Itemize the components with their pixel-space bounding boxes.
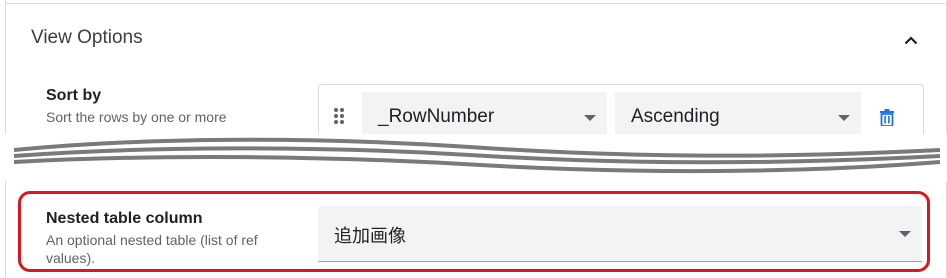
- section-title: View Options: [31, 27, 143, 48]
- collapse-button[interactable]: [899, 28, 923, 52]
- sort-column-value: _RowNumber: [378, 106, 495, 127]
- dropdown-arrow-icon: [838, 115, 850, 121]
- cut-separator: [13, 137, 941, 174]
- sort-order-value: Ascending: [631, 106, 720, 127]
- sort-by-title: Sort by: [46, 87, 102, 104]
- dropdown-arrow-icon: [584, 115, 596, 121]
- chevron-up-icon: [904, 35, 918, 44]
- divider: [5, 3, 945, 4]
- sort-by-description: Sort the rows by one or more: [46, 109, 227, 125]
- trash-icon: [880, 108, 894, 126]
- drag-handle-icon: [334, 108, 344, 124]
- highlight-annotation: [18, 191, 930, 272]
- sort-by-label-group: Sort by Sort the rows by one or more: [46, 87, 227, 126]
- drag-handle[interactable]: [331, 105, 347, 127]
- delete-sort-button[interactable]: [875, 104, 899, 130]
